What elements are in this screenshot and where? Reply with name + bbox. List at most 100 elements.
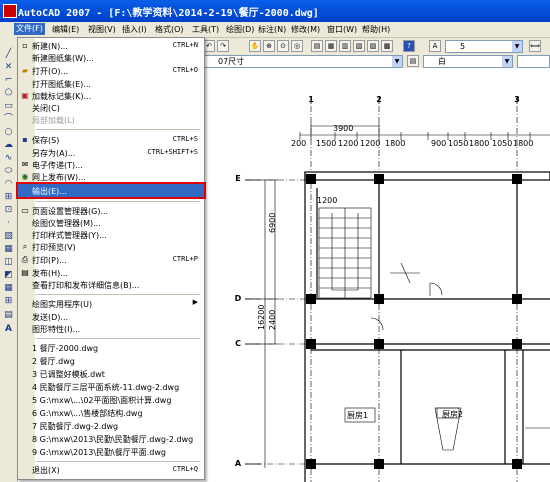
- menu-edit[interactable]: 编辑(E): [52, 24, 79, 35]
- construction-line-icon[interactable]: ✕: [3, 62, 14, 73]
- ellipse-arc-icon[interactable]: ◠: [3, 179, 14, 190]
- polyline-icon[interactable]: ⌐: [3, 75, 14, 86]
- revision-cloud-icon[interactable]: ☁: [3, 140, 14, 151]
- arc-icon[interactable]: ⌒: [3, 114, 14, 125]
- grid-icon[interactable]: ⊞: [3, 296, 14, 307]
- sheet-set-icon[interactable]: ▧: [353, 40, 365, 52]
- region-icon[interactable]: ◩: [3, 270, 14, 281]
- menu-item-close[interactable]: 关闭(C): [18, 102, 204, 114]
- layer-value: 07尺寸: [218, 57, 245, 66]
- help-icon[interactable]: ?: [403, 40, 415, 52]
- menu-item-label: 2 餐厅.dwg: [32, 357, 75, 366]
- menu-file[interactable]: 文件(F): [14, 23, 45, 35]
- menu-item-recent-file[interactable]: 4 民勤餐厅三层平面系统-11.dwg-2.dwg: [18, 381, 204, 393]
- dim-style-icon[interactable]: ⟺: [529, 40, 541, 52]
- menu-item-send[interactable]: 发送(D)...: [18, 311, 204, 323]
- menu-item-recent-file[interactable]: 6 G:\mxw\...\售楼部结构.dwg: [18, 407, 204, 419]
- menu-item-load-markup-set[interactable]: ▣ 加载标记集(K)...: [18, 90, 204, 102]
- menu-item-label: 加载标记集(K)...: [32, 92, 92, 101]
- spline-icon[interactable]: ∿: [3, 153, 14, 164]
- menu-item-recent-file[interactable]: 9 G:\mxw\2013\民勤\餐厅平面.dwg: [18, 446, 204, 458]
- menu-item-drawing-properties[interactable]: 图形特性(I)...: [18, 323, 204, 335]
- menu-item-plotter-manager[interactable]: 绘图仪管理器(M)...: [18, 217, 204, 229]
- menu-help[interactable]: 帮助(H): [362, 24, 390, 35]
- menu-item-recent-file[interactable]: 8 G:\mxw\2013\民勤\民勤餐厅.dwg-2.dwg: [18, 433, 204, 445]
- menu-item-save-as[interactable]: 另存为(A)... CTRL+SHIFT+S: [18, 147, 204, 159]
- gradient-icon[interactable]: ▦: [3, 244, 14, 255]
- text-style-icon[interactable]: A: [429, 40, 441, 52]
- menu-draw[interactable]: 绘图(D): [226, 24, 254, 35]
- chevron-down-icon[interactable]: ▼: [392, 56, 402, 67]
- layer-combo[interactable]: 07尺寸 ▼: [203, 55, 403, 68]
- multiline-text-icon[interactable]: A: [3, 324, 14, 335]
- menu-item-plot[interactable]: ⎙ 打印(P)... CTRL+P: [18, 254, 204, 266]
- menu-window[interactable]: 窗口(W): [327, 24, 357, 35]
- menu-item-export[interactable]: 输出(E)...: [16, 182, 206, 199]
- chevron-down-icon[interactable]: ▼: [502, 56, 512, 67]
- insert-block-icon[interactable]: ⊞: [3, 192, 14, 203]
- pan-icon[interactable]: ✋: [249, 40, 261, 52]
- axis-2-label: 2: [376, 95, 382, 104]
- menu-item-recent-file[interactable]: 7 民勤餐厅.dwg-2.dwg: [18, 420, 204, 432]
- menu-item-new-sheet-set[interactable]: 新建图纸集(W)...: [18, 52, 204, 64]
- menu-item-recent-file[interactable]: 2 餐厅.dwg: [18, 355, 204, 367]
- menu-item-plot-style-manager[interactable]: 打印样式管理器(Y)...: [18, 229, 204, 241]
- menu-item-drawing-utilities[interactable]: 绘图实用程序(U) ▶: [18, 298, 204, 310]
- table-icon[interactable]: ▤: [3, 310, 14, 321]
- color-combo[interactable]: 白 ▼: [423, 55, 513, 68]
- menu-item-new[interactable]: ▫ 新建(N)... CTRL+N: [18, 40, 204, 52]
- menu-item-recent-file[interactable]: 5 G:\mxw\...\02平面图\面积计算.dwg: [18, 394, 204, 406]
- menu-item-label: 保存(S): [32, 136, 60, 145]
- make-current-layer-icon[interactable]: ▤: [407, 55, 419, 67]
- menu-item-plot-preview[interactable]: ⌕ 打印预览(V): [18, 241, 204, 253]
- menu-item-label: 8 G:\mxw\2013\民勤\民勤餐厅.dwg-2.dwg: [32, 435, 194, 444]
- menu-item-open-sheet-set[interactable]: 打开图纸集(E)...: [18, 78, 204, 90]
- menu-item-label: 绘图仪管理器(M)...: [32, 219, 101, 228]
- axis-d-label: D: [234, 294, 242, 303]
- linetype-combo[interactable]: [517, 55, 550, 68]
- menu-item-open[interactable]: ▰ 打开(O)... CTRL+O: [18, 65, 204, 77]
- point-icon[interactable]: ·: [3, 218, 14, 229]
- zoom-realtime-icon[interactable]: ⊕: [263, 40, 275, 52]
- design-center-icon[interactable]: ▦: [325, 40, 337, 52]
- menu-view[interactable]: 视图(V): [88, 24, 116, 35]
- hatch-icon[interactable]: ▨: [3, 231, 14, 242]
- zoom-previous-icon[interactable]: ◎: [291, 40, 303, 52]
- menu-format[interactable]: 格式(O): [155, 24, 184, 35]
- make-block-icon[interactable]: ⊡: [3, 205, 14, 216]
- plot-preview-icon: ⌕: [22, 242, 28, 251]
- table-icon[interactable]: ▦: [3, 283, 14, 294]
- properties-icon[interactable]: ▤: [311, 40, 323, 52]
- menu-modify[interactable]: 修改(M): [291, 24, 320, 35]
- menu-item-recent-file[interactable]: 1 餐厅-2000.dwg: [18, 342, 204, 354]
- chevron-down-icon[interactable]: ▼: [512, 41, 522, 52]
- menu-item-publish[interactable]: ▤ 发布(H)...: [18, 267, 204, 279]
- menu-insert[interactable]: 插入(I): [122, 24, 147, 35]
- menu-dimension[interactable]: 标注(N): [258, 24, 286, 35]
- menu-item-recent-file[interactable]: 3 已调整好模板.dwt: [18, 368, 204, 380]
- drawing-canvas[interactable]: 1 2 3 E D C A 3900 200 1500 1200 1200 18…: [205, 68, 550, 482]
- tool-palettes-icon[interactable]: ▥: [339, 40, 351, 52]
- menu-item-publish-web[interactable]: ◉ 网上发布(W)...: [18, 171, 204, 183]
- redo-icon[interactable]: ↷: [217, 40, 229, 52]
- autocad-app-icon[interactable]: [3, 4, 17, 18]
- circle-icon[interactable]: ○: [3, 127, 14, 138]
- menu-item-label: 电子传递(T)...: [32, 161, 83, 170]
- menu-tools[interactable]: 工具(T): [192, 24, 219, 35]
- polygon-icon[interactable]: ⬠: [3, 88, 14, 99]
- rectangle-icon[interactable]: ▭: [3, 101, 14, 112]
- menu-item-exit[interactable]: 退出(X) CTRL+Q: [18, 464, 204, 476]
- menu-item-save[interactable]: ▪ 保存(S) CTRL+S: [18, 134, 204, 146]
- zoom-window-icon[interactable]: ⊙: [277, 40, 289, 52]
- menu-item-plot-details[interactable]: 查看打印和发布详细信息(B)...: [18, 279, 204, 291]
- boundary-icon[interactable]: ◫: [3, 257, 14, 268]
- calculator-icon[interactable]: ▩: [381, 40, 393, 52]
- menu-item-page-setup-manager[interactable]: ▭ 页面设置管理器(G)...: [18, 205, 204, 217]
- markup-icon[interactable]: ▨: [367, 40, 379, 52]
- dimension-text: 200: [291, 139, 307, 148]
- text-style-combo[interactable]: 5 ▼: [445, 40, 523, 53]
- line-icon[interactable]: ╱: [3, 49, 14, 60]
- menu-item-etransmit[interactable]: ✉ 电子传递(T)...: [18, 159, 204, 171]
- ellipse-icon[interactable]: ⬭: [3, 166, 14, 177]
- menu-item-label: 绘图实用程序(U): [32, 300, 93, 309]
